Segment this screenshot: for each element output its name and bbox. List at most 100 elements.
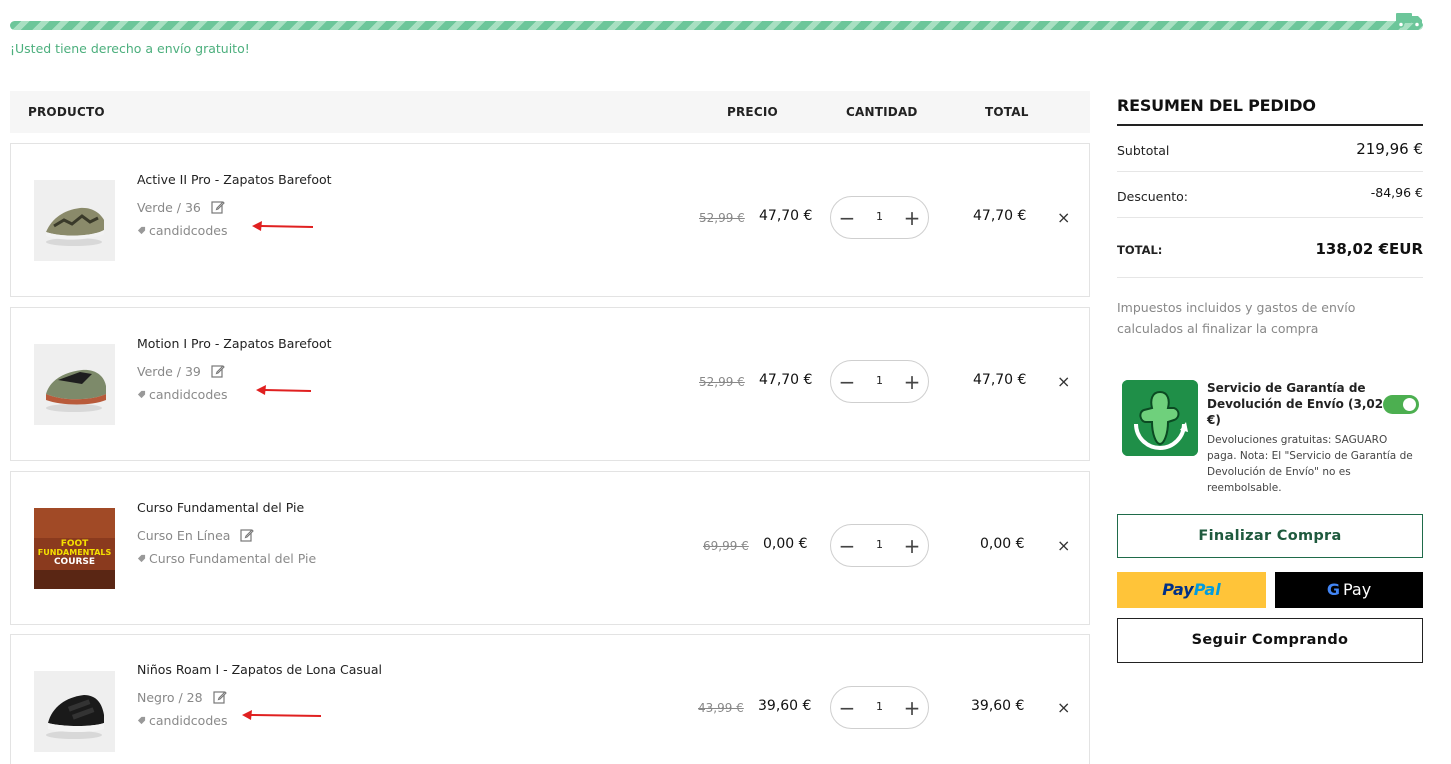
- shoe-image: [34, 344, 115, 425]
- cart-row: Niños Roam I - Zapatos de Lona Casual Ne…: [10, 634, 1090, 764]
- increase-quantity-button[interactable]: +: [902, 370, 922, 394]
- product-variant: Negro / 28: [137, 690, 227, 705]
- tag-icon: [137, 716, 146, 725]
- discount-code-label: Curso Fundamental del Pie: [149, 551, 317, 566]
- google-pay-button[interactable]: G Pay: [1275, 572, 1423, 608]
- product-name[interactable]: Niños Roam I - Zapatos de Lona Casual: [137, 662, 382, 677]
- quantity-stepper: − 1 +: [830, 360, 929, 403]
- annotation-arrow-icon: [256, 385, 312, 395]
- increase-quantity-button[interactable]: +: [902, 206, 922, 230]
- remove-item-button[interactable]: ×: [1057, 698, 1070, 717]
- line-total: 0,00 €: [980, 536, 1025, 552]
- course-cover-image: FOOT FUNDAMENTALS COURSE: [34, 508, 115, 589]
- warranty-description: Devoluciones gratuitas: SAGUARO paga. No…: [1207, 434, 1413, 494]
- summary-title: RESUMEN DEL PEDIDO: [1117, 96, 1423, 126]
- toggle-knob: [1403, 398, 1416, 411]
- tag-icon: [137, 226, 146, 235]
- sale-price: 47,70 €: [759, 372, 813, 388]
- cart-row: Motion I Pro - Zapatos Barefoot Verde / …: [10, 307, 1090, 461]
- increase-quantity-button[interactable]: +: [902, 696, 922, 720]
- discount-row: Descuento: -84,96 €: [1117, 172, 1423, 218]
- remove-item-button[interactable]: ×: [1057, 372, 1070, 391]
- discount-code: candidcodes: [137, 223, 227, 238]
- cart-table-header: PRODUCTO PRECIO CANTIDAD TOTAL: [10, 91, 1090, 133]
- product-thumbnail[interactable]: FOOT FUNDAMENTALS COURSE: [34, 508, 115, 589]
- warranty-title: Servicio de Garantía de Devolución de En…: [1207, 381, 1384, 427]
- product-variant: Curso En Línea: [137, 528, 255, 543]
- original-price: 43,99 €: [698, 701, 744, 715]
- discount-code-label: candidcodes: [149, 223, 228, 238]
- discount-code: candidcodes: [137, 713, 227, 728]
- taxes-note: Impuestos incluidos y gastos de envío ca…: [1117, 300, 1356, 336]
- google-pay-label: Pay: [1342, 580, 1372, 599]
- paypal-button[interactable]: PayPal: [1117, 572, 1266, 608]
- edit-icon[interactable]: [240, 528, 255, 542]
- checkout-button[interactable]: Finalizar Compra: [1117, 514, 1423, 558]
- product-name[interactable]: Curso Fundamental del Pie: [137, 500, 304, 515]
- variant-label: Curso En Línea: [137, 528, 231, 543]
- variant-label: Verde / 39: [137, 364, 201, 379]
- cart-row: Active II Pro - Zapatos Barefoot Verde /…: [10, 143, 1090, 297]
- total-row: TOTAL: 138,02 €EUR: [1117, 218, 1423, 278]
- product-thumbnail[interactable]: [34, 180, 115, 261]
- subtotal-value: 219,96 €: [1356, 140, 1423, 158]
- header-product: PRODUCTO: [28, 105, 105, 119]
- free-shipping-progress: ¡Usted tiene derecho a envío gratuito!: [10, 8, 1423, 58]
- variant-label: Verde / 36: [137, 200, 201, 215]
- quantity-stepper: − 1 +: [830, 524, 929, 567]
- shipping-progress-bar: [10, 21, 1423, 30]
- line-total: 47,70 €: [973, 208, 1027, 224]
- product-variant: Verde / 39: [137, 364, 225, 379]
- google-g-icon: G: [1326, 580, 1340, 599]
- paypal-logo-part: Pay: [1162, 580, 1194, 599]
- discount-code-label: candidcodes: [149, 713, 228, 728]
- order-summary: RESUMEN DEL PEDIDO Subtotal 219,96 € Des…: [1117, 96, 1423, 339]
- product-name[interactable]: Motion I Pro - Zapatos Barefoot: [137, 336, 332, 351]
- edit-icon[interactable]: [211, 364, 225, 378]
- remove-item-button[interactable]: ×: [1057, 208, 1070, 227]
- header-quantity: CANTIDAD: [846, 105, 918, 119]
- tag-icon: [137, 554, 146, 563]
- return-warranty: Servicio de Garantía de Devolución de En…: [1122, 380, 1422, 500]
- total-label: TOTAL:: [1117, 243, 1163, 257]
- product-name[interactable]: Active II Pro - Zapatos Barefoot: [137, 172, 332, 187]
- header-price: PRECIO: [727, 105, 778, 119]
- warranty-toggle[interactable]: [1383, 395, 1419, 414]
- line-total: 39,60 €: [971, 698, 1025, 714]
- header-total: TOTAL: [985, 105, 1029, 119]
- paypal-logo-part: Pal: [1193, 580, 1221, 599]
- quantity-stepper: − 1 +: [830, 196, 929, 239]
- discount-code-label: candidcodes: [149, 387, 228, 402]
- free-shipping-message: ¡Usted tiene derecho a envío gratuito!: [10, 41, 250, 56]
- sale-price: 39,60 €: [758, 698, 812, 714]
- annotation-arrow-icon: [252, 221, 314, 231]
- shoe-image: [34, 180, 115, 261]
- product-variant: Verde / 36: [137, 200, 225, 215]
- original-price: 52,99 €: [699, 375, 745, 389]
- subtotal-label: Subtotal: [1117, 143, 1170, 158]
- shoe-image: [34, 671, 115, 752]
- original-price: 52,99 €: [699, 211, 745, 225]
- discount-code: candidcodes: [137, 387, 227, 402]
- increase-quantity-button[interactable]: +: [902, 534, 922, 558]
- discount-code: Curso Fundamental del Pie: [137, 551, 316, 566]
- sale-price: 47,70 €: [759, 208, 813, 224]
- original-price: 69,99 €: [703, 539, 749, 553]
- truck-icon: [1396, 13, 1422, 28]
- line-total: 47,70 €: [973, 372, 1027, 388]
- tag-icon: [137, 390, 146, 399]
- variant-label: Negro / 28: [137, 690, 203, 705]
- edit-icon[interactable]: [211, 200, 225, 214]
- discount-label: Descuento:: [1117, 189, 1188, 204]
- remove-item-button[interactable]: ×: [1057, 536, 1070, 555]
- product-thumbnail[interactable]: [34, 344, 115, 425]
- cactus-logo-icon: [1122, 380, 1198, 456]
- quantity-stepper: − 1 +: [830, 686, 929, 729]
- product-thumbnail[interactable]: [34, 671, 115, 752]
- edit-icon[interactable]: [212, 690, 227, 704]
- annotation-arrow-icon: [242, 710, 322, 720]
- sale-price: 0,00 €: [763, 536, 808, 552]
- cover-text-line: COURSE: [54, 557, 95, 567]
- cover-text-line: FUNDAMENTALS: [38, 548, 112, 557]
- continue-shopping-button[interactable]: Seguir Comprando: [1117, 618, 1423, 663]
